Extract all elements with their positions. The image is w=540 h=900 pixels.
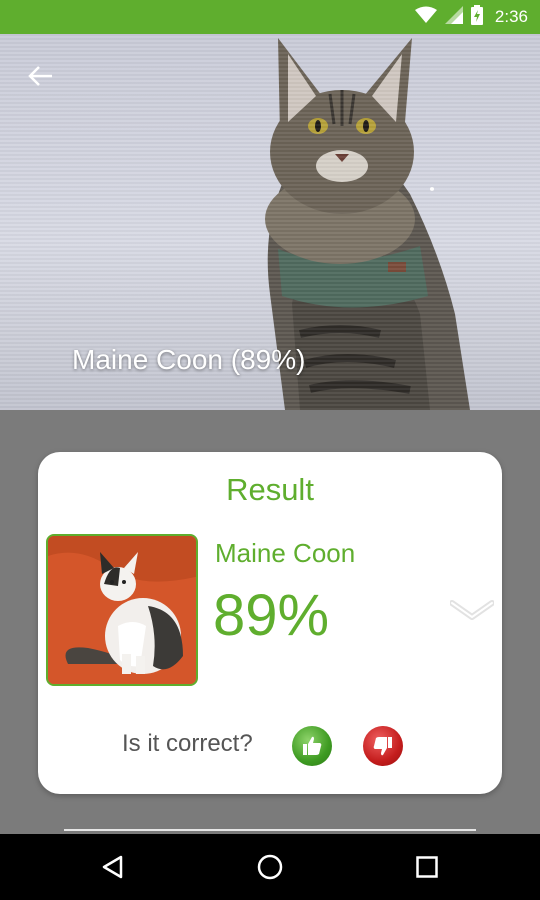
nav-back-button[interactable] bbox=[73, 834, 153, 900]
camera-photo: Maine Coon (89%) bbox=[0, 34, 540, 410]
arrow-left-icon bbox=[28, 66, 52, 86]
confidence-percent: 89% bbox=[213, 583, 330, 648]
recents-square-icon bbox=[416, 856, 438, 878]
thumbs-down-button[interactable] bbox=[363, 726, 403, 766]
battery-charging-icon bbox=[470, 5, 483, 29]
nav-home-button[interactable] bbox=[230, 834, 310, 900]
bottom-divider bbox=[64, 829, 476, 831]
home-circle-icon bbox=[257, 854, 283, 880]
cell-signal-icon bbox=[444, 6, 463, 28]
feedback-question: Is it correct? bbox=[122, 730, 253, 757]
breed-thumbnail-image bbox=[48, 536, 196, 684]
back-triangle-icon bbox=[102, 855, 123, 879]
breed-thumbnail bbox=[46, 534, 198, 686]
breed-name: Maine Coon bbox=[215, 538, 356, 568]
back-button[interactable] bbox=[20, 56, 60, 96]
wifi-icon bbox=[414, 6, 437, 28]
expand-button[interactable] bbox=[450, 594, 494, 630]
status-bar: 2:36 bbox=[0, 0, 540, 34]
thumbs-up-button[interactable] bbox=[292, 726, 332, 766]
thumbs-up-icon bbox=[303, 736, 322, 755]
result-card: Result Maine Coon 89% Is it correct? bbox=[38, 452, 502, 794]
thumbs-down-icon bbox=[373, 737, 392, 756]
status-time: 2:36 bbox=[494, 7, 528, 26]
result-title: Result bbox=[226, 472, 314, 507]
photo-caption: Maine Coon (89%) bbox=[72, 344, 306, 375]
chevron-down-icon bbox=[450, 600, 494, 620]
nav-recents-button[interactable] bbox=[387, 834, 467, 900]
system-nav-bar bbox=[0, 834, 540, 900]
